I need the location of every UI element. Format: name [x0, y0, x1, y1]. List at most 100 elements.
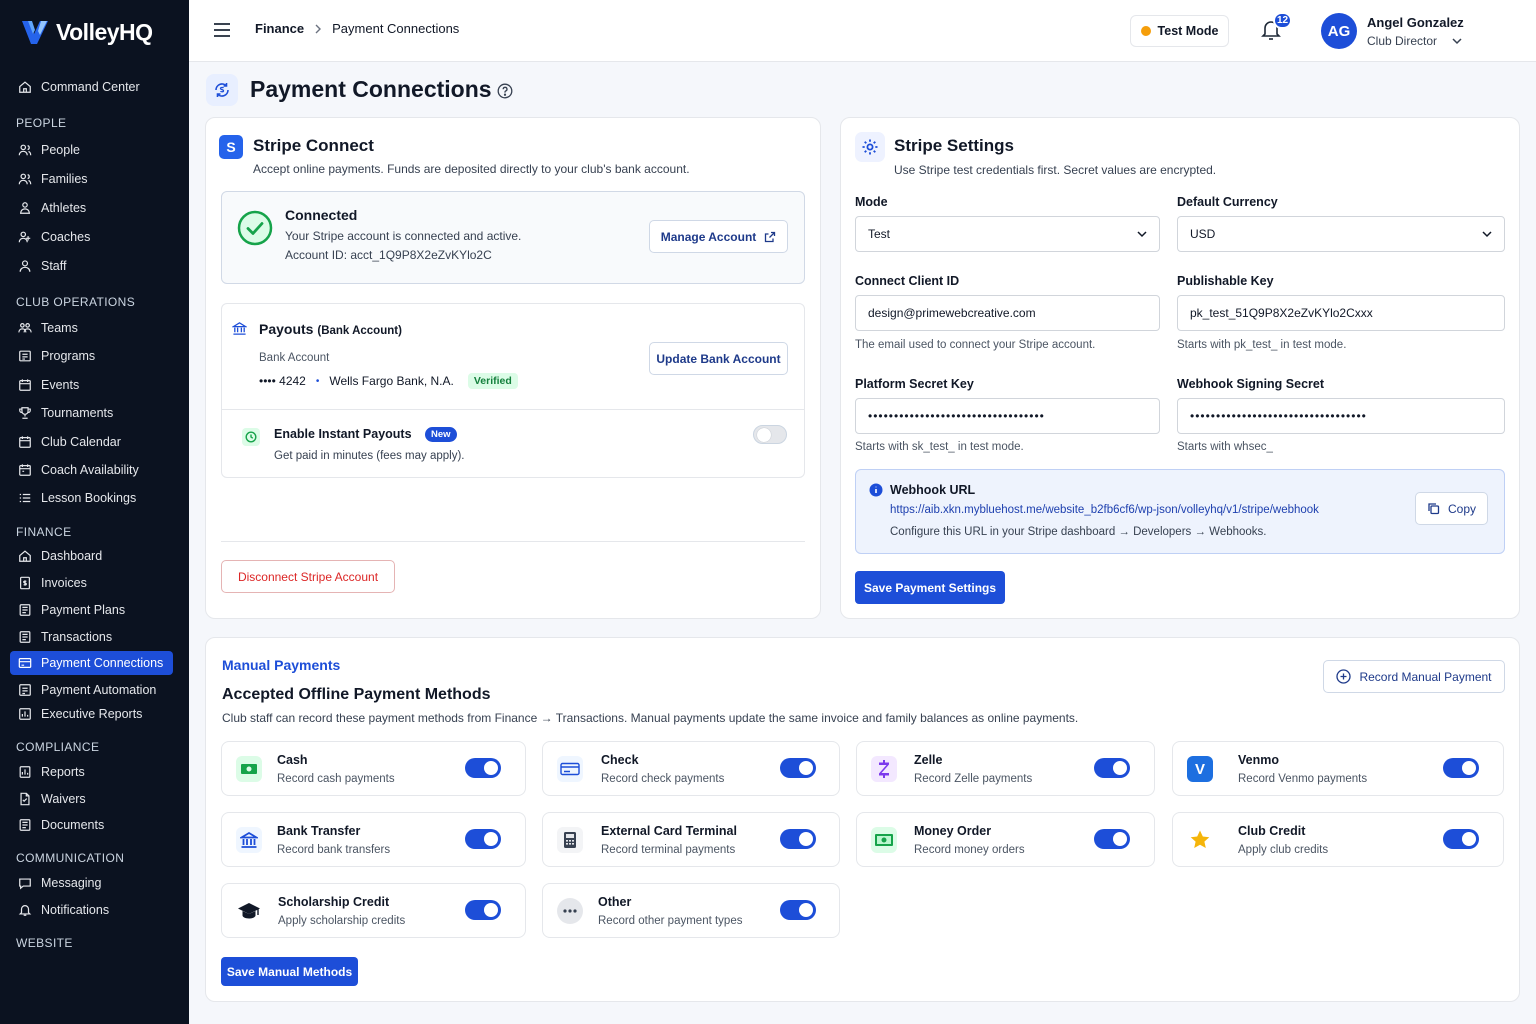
bank-account-label: Bank Account — [259, 352, 330, 364]
sidebar-item-transactions[interactable]: Transactions — [10, 625, 173, 649]
update-bank-account-button[interactable]: Update Bank Account — [649, 342, 788, 375]
copy-icon — [1428, 503, 1440, 515]
sidebar-item-tournaments[interactable]: Tournaments — [10, 401, 173, 425]
payment-method-toggle[interactable] — [465, 829, 501, 849]
payment-method-subtitle: Record terminal payments — [601, 844, 736, 856]
user-role: Club Director — [1367, 34, 1438, 48]
user-icon — [19, 260, 31, 272]
instant-payouts-icon — [242, 428, 260, 446]
payment-method-toggle[interactable] — [780, 758, 816, 778]
list-icon — [19, 493, 31, 503]
sidebar-item-reports[interactable]: Reports — [10, 760, 173, 784]
sidebar-section-compliance: COMPLIANCE — [16, 740, 100, 754]
payment-method-toggle[interactable] — [1094, 758, 1130, 778]
sidebar-item-label: Executive Reports — [41, 707, 143, 721]
new-badge: New — [425, 427, 457, 442]
payment-method-toggle[interactable] — [1443, 829, 1479, 849]
sidebar-item-label: Payment Automation — [41, 683, 157, 697]
publishable-key-label: Publishable Key — [1177, 274, 1274, 288]
sidebar-item-payment-plans[interactable]: Payment Plans — [10, 598, 173, 622]
payouts-title-text: Payouts — [259, 321, 314, 337]
manage-account-label: Manage Account — [660, 229, 757, 244]
sidebar-item-staff[interactable]: Staff — [10, 254, 173, 278]
app-logo[interactable]: VolleyHQ — [20, 18, 153, 46]
breadcrumb-item-finance[interactable]: Finance — [255, 21, 304, 36]
save-payment-settings-button[interactable]: Save Payment Settings — [855, 571, 1005, 604]
payment-method-subtitle: Record other payment types — [598, 915, 743, 927]
sidebar-item-executive-reports[interactable]: Executive Reports — [10, 702, 173, 726]
hamburger-menu-icon[interactable] — [213, 22, 231, 38]
sidebar-item-label: Club Calendar — [41, 435, 121, 449]
calendar-icon — [19, 464, 31, 476]
sidebar-item-families[interactable]: Families — [10, 167, 173, 191]
invoice-icon — [20, 576, 30, 590]
sidebar-item-payment-connections[interactable]: Payment Connections — [10, 651, 173, 675]
client-id-label: Connect Client ID — [855, 274, 960, 288]
save-manual-methods-label: Save Manual Methods — [226, 964, 353, 979]
disconnect-divider — [221, 541, 805, 542]
gear-icon — [862, 139, 878, 155]
sidebar-item-teams[interactable]: Teams — [10, 316, 173, 340]
disconnect-stripe-button[interactable]: Disconnect Stripe Account — [221, 560, 395, 593]
more-icon — [557, 898, 583, 924]
publishable-key-input[interactable]: pk_test_51Q9P8X2eZvKYlo2Cxxx — [1177, 295, 1505, 331]
secret-key-input[interactable]: •••••••••••••••••••••••••••••••••• — [855, 398, 1160, 434]
client-id-input[interactable]: design@primewebcreative.com — [855, 295, 1160, 331]
webhook-secret-label: Webhook Signing Secret — [1177, 377, 1325, 391]
sidebar-item-people[interactable]: People — [10, 138, 173, 162]
payment-method-scholarship-credit: Scholarship Credit Apply scholarship cre… — [221, 883, 526, 938]
payment-method-toggle[interactable] — [1094, 829, 1130, 849]
calendar-icon — [19, 436, 31, 448]
instant-payouts-toggle[interactable] — [753, 425, 787, 444]
payment-method-title: Bank Transfer — [277, 824, 361, 838]
copy-label: Copy — [1447, 501, 1476, 516]
webhook-secret-input[interactable]: •••••••••••••••••••••••••••••••••• — [1177, 398, 1505, 434]
notifications-button[interactable]: 12 — [1260, 12, 1292, 44]
payment-method-subtitle: Record Zelle payments — [914, 773, 1033, 785]
sidebar-item-messaging[interactable]: Messaging — [10, 871, 173, 895]
payment-method-toggle[interactable] — [465, 758, 501, 778]
sidebar-item-label: Reports — [41, 765, 85, 779]
sidebar-item-athletes[interactable]: Athletes — [10, 196, 173, 220]
sidebar-item-club-calendar[interactable]: Club Calendar — [10, 430, 173, 454]
secret-key-value: •••••••••••••••••••••••••••••••••• — [868, 409, 1045, 423]
manual-payments-section-label: Manual Payments — [222, 657, 341, 673]
trophy-icon — [19, 407, 31, 419]
sidebar-item-lesson-bookings[interactable]: Lesson Bookings — [10, 486, 173, 510]
home-icon — [19, 81, 31, 93]
test-mode-badge[interactable]: Test Mode — [1130, 15, 1229, 47]
sidebar-item-coaches[interactable]: Coaches — [10, 225, 173, 249]
app-name: VolleyHQ — [56, 18, 153, 45]
webhook-url-value[interactable]: https://aib.xkn.mybluehost.me/website_b2… — [890, 504, 1319, 516]
currency-select[interactable]: USD — [1177, 216, 1505, 252]
waiver-icon — [20, 792, 30, 806]
sidebar-item-dashboard[interactable]: Dashboard — [10, 544, 173, 568]
stripe-settings-subtitle: Use Stripe test credentials first. Secre… — [894, 163, 1217, 177]
sidebar-item-invoices[interactable]: Invoices — [10, 571, 173, 595]
user-menu[interactable]: AG Angel Gonzalez Club Director — [1321, 12, 1481, 52]
record-manual-payment-button[interactable]: Record Manual Payment — [1323, 660, 1505, 693]
copy-webhook-button[interactable]: Copy — [1415, 492, 1488, 525]
manage-account-button[interactable]: Manage Account — [649, 220, 788, 253]
sidebar-item-command-center[interactable]: Command Center — [10, 75, 173, 99]
payment-method-venmo: V Venmo Record Venmo payments — [1172, 741, 1504, 796]
payment-method-toggle[interactable] — [1443, 758, 1479, 778]
payment-method-toggle[interactable] — [780, 900, 816, 920]
sidebar-item-coach-availability[interactable]: Coach Availability — [10, 458, 173, 482]
sidebar-item-label: Invoices — [41, 576, 87, 590]
publishable-key-hint: Starts with pk_test_ in test mode. — [1177, 339, 1347, 351]
sidebar-item-documents[interactable]: Documents — [10, 813, 173, 837]
payment-method-zelle: Zelle Record Zelle payments — [856, 741, 1155, 796]
help-icon[interactable] — [497, 83, 513, 99]
payment-method-toggle[interactable] — [465, 900, 501, 920]
save-manual-methods-button[interactable]: Save Manual Methods — [221, 957, 358, 986]
bank-name: Wells Fargo Bank, N.A. — [329, 374, 454, 388]
payment-method-toggle[interactable] — [780, 829, 816, 849]
sidebar-item-notifications[interactable]: Notifications — [10, 898, 173, 922]
sidebar-item-events[interactable]: Events — [10, 373, 173, 397]
sidebar-item-waivers[interactable]: Waivers — [10, 787, 173, 811]
sidebar-item-label: Staff — [41, 259, 67, 273]
sidebar-item-programs[interactable]: Programs — [10, 344, 173, 368]
mode-select[interactable]: Test — [855, 216, 1160, 252]
sidebar-item-payment-automation[interactable]: Payment Automation — [10, 678, 173, 702]
